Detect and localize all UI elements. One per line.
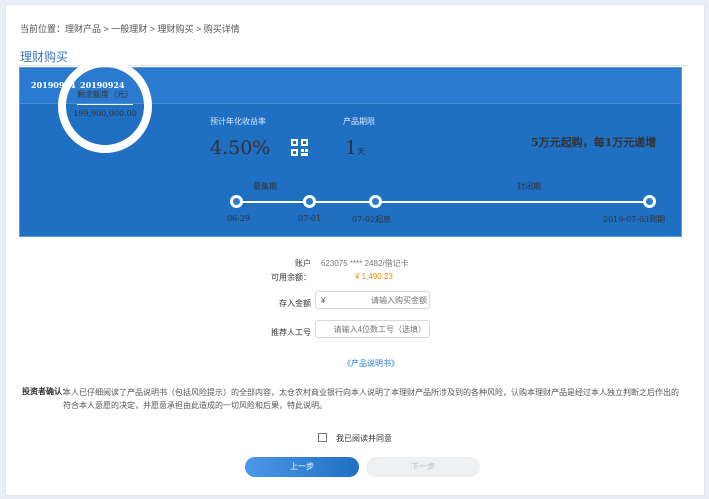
- confirmation-text: 本人已仔细阅读了产品说明书（包括风险提示）的全部内容，太仓农村商业银行向本人说明…: [63, 388, 679, 410]
- timeline-node: [230, 195, 243, 208]
- term-number: 1: [345, 137, 358, 159]
- breadcrumb: 当前位置：理财产品 > 一般理财 > 理财购买 > 购买详情: [20, 24, 240, 34]
- qr-code-icon[interactable]: [291, 139, 308, 156]
- timeline-node: [643, 195, 656, 208]
- currency-symbol: ¥: [321, 296, 326, 305]
- previous-button[interactable]: 上一步: [245, 457, 359, 477]
- account-label: 账户: [295, 259, 311, 268]
- amount-input[interactable]: [332, 292, 427, 308]
- balance-label: 可用余额：: [271, 273, 311, 282]
- timeline-date: 07-02起息: [352, 215, 392, 224]
- agree-label[interactable]: 我已阅读并同意: [336, 433, 392, 444]
- timeline-date: 06-29: [227, 214, 251, 223]
- referrer-label: 推荐人工号: [271, 328, 311, 337]
- timeline-date: 2019-07-03到期: [603, 215, 666, 224]
- term-value: 1天: [345, 137, 365, 159]
- next-button[interactable]: 下一步: [366, 457, 480, 477]
- raise-period-label: 募集期: [253, 182, 277, 191]
- timeline-date: 07-01: [298, 214, 322, 223]
- referrer-input[interactable]: [320, 321, 426, 337]
- product-manual-link[interactable]: 《产品说明书》: [343, 358, 399, 369]
- remaining-quota-label: 剩余额度（元）: [77, 90, 133, 99]
- timeline-node: [369, 195, 382, 208]
- agree-checkbox[interactable]: [318, 433, 327, 442]
- account-value: 623075 **** 2482/借记卡: [321, 259, 409, 268]
- purchase-rule-text: 5万元起购，每1万元递增: [531, 136, 657, 149]
- remaining-quota-ring: [58, 59, 152, 153]
- remaining-quota-divider: [77, 104, 133, 105]
- remaining-quota-value: 199,900,000.00: [73, 109, 137, 118]
- page-title: 理财购买: [20, 50, 69, 64]
- closed-period-label: 封闭期: [517, 182, 541, 191]
- term-unit: 天: [357, 147, 366, 156]
- rate-label: 预计年化收益率: [210, 117, 266, 126]
- amount-field: ¥: [315, 291, 430, 309]
- term-label: 产品期限: [343, 117, 375, 126]
- balance-value: ¥ 1,490.23: [355, 272, 393, 281]
- rate-value: 4.50%: [210, 137, 271, 159]
- referrer-field: [315, 320, 430, 338]
- timeline-node: [303, 195, 316, 208]
- amount-label: 存入金额: [279, 299, 311, 308]
- timeline-track: [236, 201, 650, 203]
